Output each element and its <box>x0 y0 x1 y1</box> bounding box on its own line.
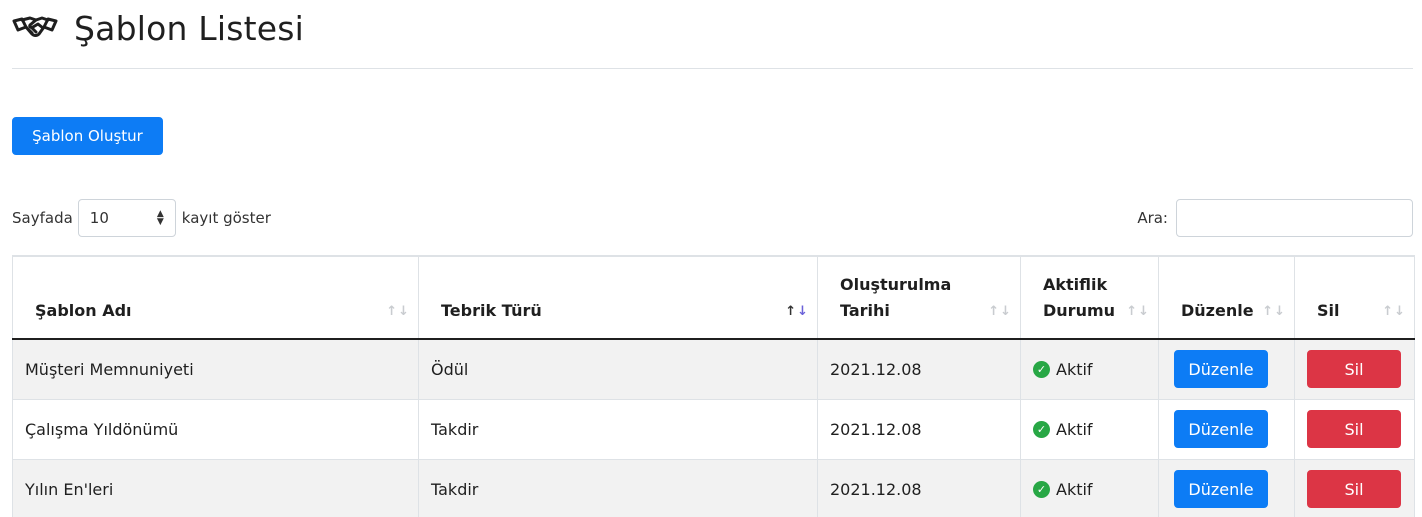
table-row: Çalışma Yıldönümü Takdir 2021.12.08 ✓ Ak… <box>12 399 1415 460</box>
sort-icon: ↑ ↓ <box>1262 304 1285 319</box>
page-length-control: Sayfada 10 ▲ ▼ kayıt göster <box>12 199 271 237</box>
cell-date: 2021.12.08 <box>817 399 1021 460</box>
cell-name: Yılın En'leri <box>12 459 419 517</box>
select-arrows-icon: ▲ ▼ <box>156 209 164 227</box>
delete-button[interactable]: Sil <box>1307 470 1401 508</box>
status-badge: ✓ Aktif <box>1033 360 1146 379</box>
cell-delete: Sil <box>1294 459 1415 517</box>
status-badge: ✓ Aktif <box>1033 420 1146 439</box>
sort-icon: ↑ ↓ <box>1126 304 1149 319</box>
column-header-edit[interactable]: Düzenle ↑ ↓ <box>1158 255 1295 340</box>
cell-type: Takdir <box>418 459 818 517</box>
cell-status: ✓ Aktif <box>1020 339 1159 400</box>
cell-edit: Düzenle <box>1158 399 1295 460</box>
search-label: Ara: <box>1137 209 1168 227</box>
cell-name: Çalışma Yıldönümü <box>12 399 419 460</box>
template-table: Şablon Adı ↑ ↓ Tebrik Türü ↑ ↓ Oluşturulma… <box>12 255 1415 517</box>
column-header-date[interactable]: Oluşturulma Tarihi ↑ ↓ <box>817 255 1021 340</box>
check-circle-icon: ✓ <box>1033 360 1050 378</box>
delete-button[interactable]: Sil <box>1307 350 1401 389</box>
search-input[interactable] <box>1176 199 1413 237</box>
cell-edit: Düzenle <box>1158 459 1295 517</box>
cell-delete: Sil <box>1294 399 1415 460</box>
page-length-prefix: Sayfada <box>12 209 73 227</box>
edit-button[interactable]: Düzenle <box>1174 470 1268 508</box>
column-header-type[interactable]: Tebrik Türü ↑ ↓ <box>418 255 818 340</box>
page-length-suffix: kayıt göster <box>181 209 271 227</box>
cell-type: Takdir <box>418 399 818 460</box>
sort-desc-icon: ↑ ↓ <box>785 304 808 319</box>
column-header-status[interactable]: Aktiflik Durumu ↑ ↓ <box>1020 255 1159 340</box>
table-row: Yılın En'leri Takdir 2021.12.08 ✓ Aktif … <box>12 459 1415 517</box>
table-row: Müşteri Memnuniyeti Ödül 2021.12.08 ✓ Ak… <box>12 339 1415 400</box>
search-control: Ara: <box>1137 199 1413 237</box>
cell-date: 2021.12.08 <box>817 459 1021 517</box>
cell-edit: Düzenle <box>1158 339 1295 400</box>
cell-date: 2021.12.08 <box>817 339 1021 400</box>
sort-icon: ↑ ↓ <box>988 304 1011 319</box>
column-header-delete[interactable]: Sil ↑ ↓ <box>1294 255 1415 340</box>
column-header-name[interactable]: Şablon Adı ↑ ↓ <box>12 255 419 340</box>
cell-type: Ödül <box>418 339 818 400</box>
page-title: Şablon Listesi <box>74 8 305 48</box>
status-badge: ✓ Aktif <box>1033 480 1146 499</box>
cell-status: ✓ Aktif <box>1020 399 1159 460</box>
sort-icon: ↑ ↓ <box>386 304 409 319</box>
cell-name: Müşteri Memnuniyeti <box>12 339 419 400</box>
check-circle-icon: ✓ <box>1033 480 1050 498</box>
handshake-icon <box>12 13 58 43</box>
page-header: Şablon Listesi <box>12 6 304 50</box>
page-length-value: 10 <box>89 209 109 227</box>
page-length-select[interactable]: 10 ▲ ▼ <box>77 199 176 237</box>
edit-button[interactable]: Düzenle <box>1174 350 1268 389</box>
header-divider <box>12 68 1413 69</box>
table-header-row: Şablon Adı ↑ ↓ Tebrik Türü ↑ ↓ Oluşturulma… <box>12 255 1415 340</box>
cell-status: ✓ Aktif <box>1020 459 1159 517</box>
cell-delete: Sil <box>1294 339 1415 400</box>
check-circle-icon: ✓ <box>1033 420 1050 438</box>
sort-icon: ↑ ↓ <box>1382 304 1405 319</box>
create-template-button[interactable]: Şablon Oluştur <box>12 117 163 155</box>
delete-button[interactable]: Sil <box>1307 410 1401 448</box>
edit-button[interactable]: Düzenle <box>1174 410 1268 448</box>
